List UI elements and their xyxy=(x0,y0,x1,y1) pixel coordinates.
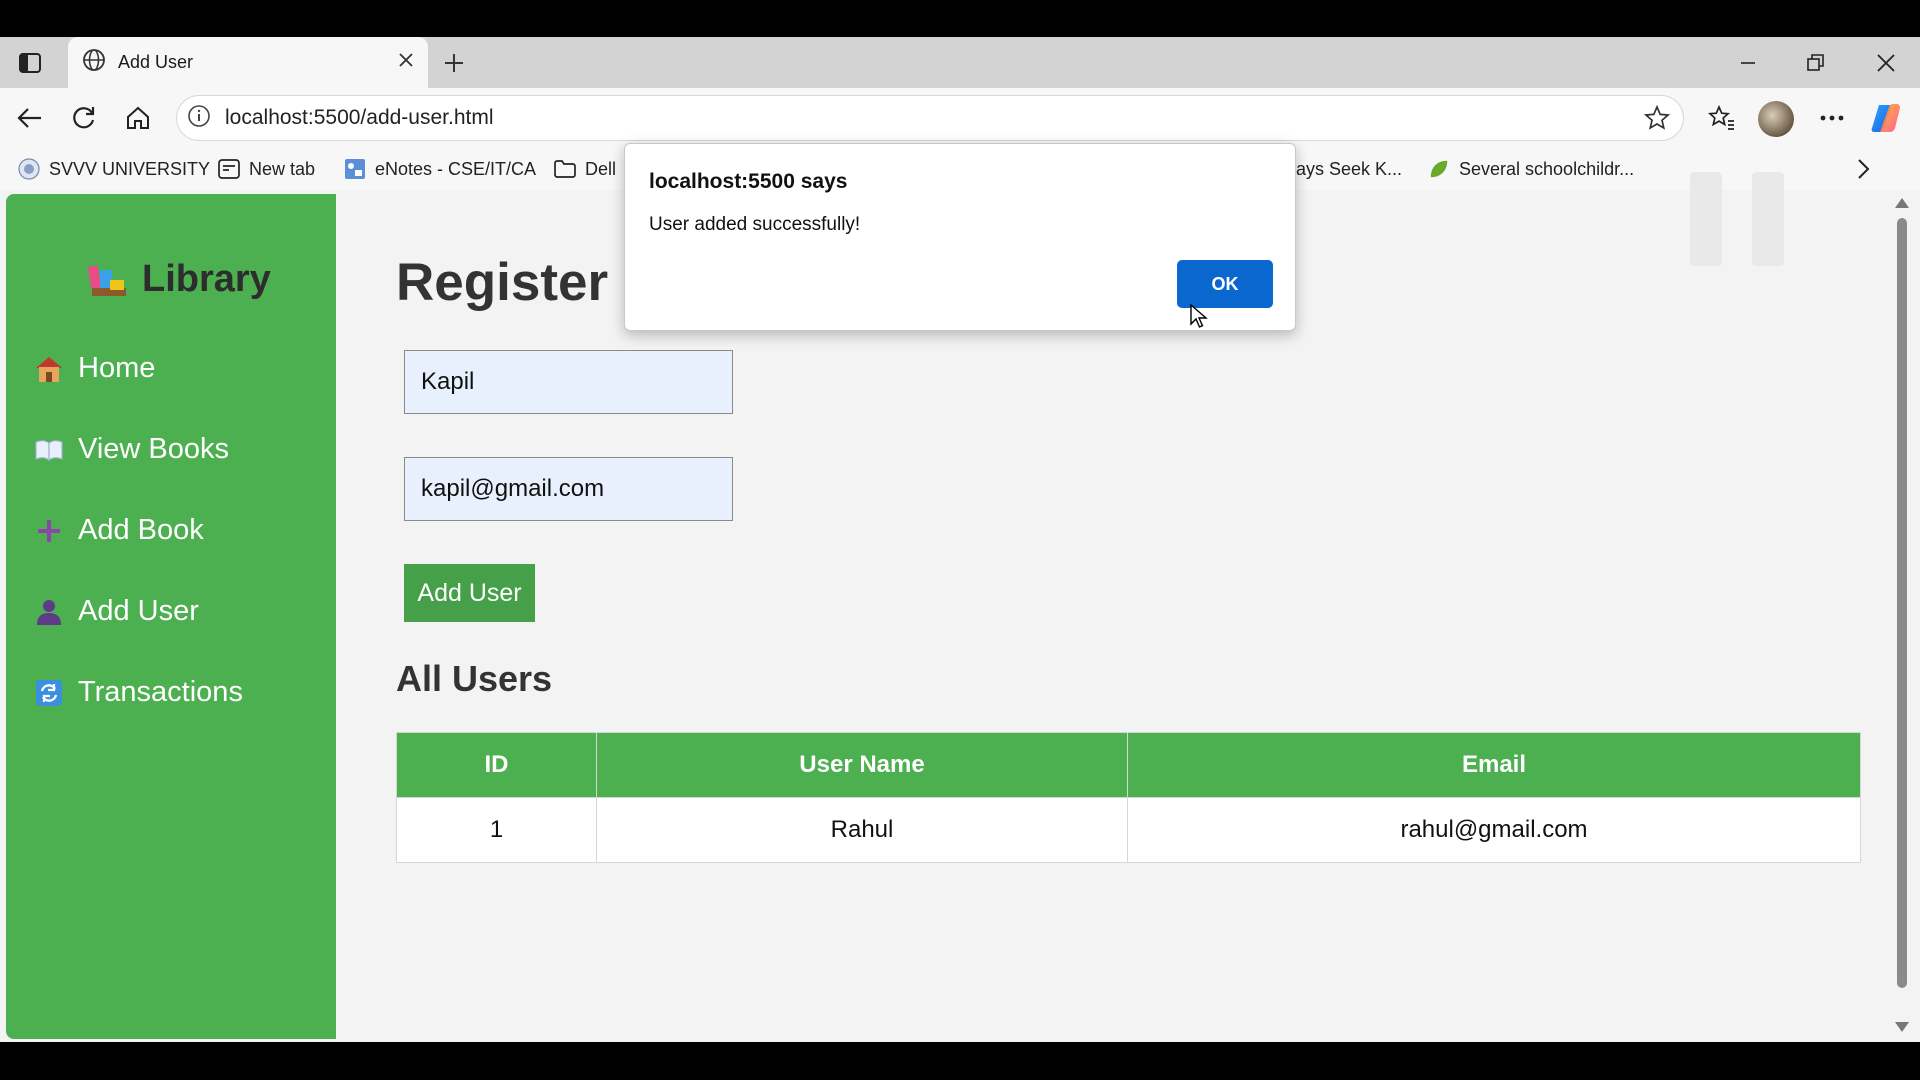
globe-icon xyxy=(82,48,106,77)
info-icon[interactable] xyxy=(187,104,211,133)
bookmarks-more-chevron-icon[interactable] xyxy=(1856,156,1870,182)
alert-dialog: localhost:5500 says User added successfu… xyxy=(624,143,1296,331)
column-header-user-name: User Name xyxy=(596,732,1128,798)
bookmark-new-tab[interactable]: New tab xyxy=(218,156,315,182)
folder-icon xyxy=(554,158,576,180)
browser-toolbar: localhost:5500/add-user.html xyxy=(0,88,1920,148)
sidebar-item-add-book[interactable]: Add Book xyxy=(34,514,204,547)
dialog-message: User added successfully! xyxy=(649,214,861,235)
bookmark-svvv[interactable]: SVVV UNIVERSITY xyxy=(18,156,210,182)
close-tab-icon[interactable] xyxy=(398,52,414,73)
sidebar-item-add-user[interactable]: Add User xyxy=(34,595,199,628)
scroll-up-arrow-icon[interactable] xyxy=(1895,198,1909,208)
scroll-down-arrow-icon[interactable] xyxy=(1895,1022,1909,1032)
cell-user-name: Rahul xyxy=(596,797,1128,863)
back-icon[interactable] xyxy=(12,100,48,136)
leaf-icon xyxy=(1428,158,1450,180)
close-window-icon[interactable] xyxy=(1866,45,1906,81)
add-user-button[interactable]: Add User xyxy=(404,564,535,622)
sidebar-item-home[interactable]: Home xyxy=(34,352,155,385)
bookmark-enotes[interactable]: eNotes - CSE/IT/CA xyxy=(344,156,536,182)
all-users-heading: All Users xyxy=(396,658,553,699)
mouse-cursor-icon xyxy=(1190,303,1208,335)
pause-watermark xyxy=(1690,172,1784,266)
table-row: 1 Rahul rahul@gmail.com xyxy=(396,797,1861,863)
enotes-icon xyxy=(344,158,366,180)
minimize-icon[interactable] xyxy=(1728,45,1768,81)
university-icon xyxy=(18,158,40,180)
bookmark-seek[interactable]: ays Seek K... xyxy=(1296,156,1402,182)
dialog-title: localhost:5500 says xyxy=(649,170,848,193)
tab-bar: Add User xyxy=(0,37,1920,88)
column-header-email: Email xyxy=(1127,732,1861,798)
more-options-icon[interactable] xyxy=(1814,100,1850,136)
name-input[interactable]: Kapil xyxy=(404,350,733,414)
email-input[interactable]: kapil@gmail.com xyxy=(404,457,733,521)
url-text: localhost:5500/add-user.html xyxy=(225,106,494,129)
cell-id: 1 xyxy=(396,797,597,863)
profile-avatar[interactable] xyxy=(1758,101,1794,137)
open-book-icon xyxy=(34,435,64,465)
tab-add-user[interactable]: Add User xyxy=(68,37,428,88)
house-icon xyxy=(34,354,64,384)
refresh-icon[interactable] xyxy=(66,100,102,136)
sidebar-item-view-books[interactable]: View Books xyxy=(34,433,229,466)
scroll-thumb[interactable] xyxy=(1897,218,1907,988)
favorites-icon[interactable] xyxy=(1704,100,1740,136)
bookmark-schoolchildren[interactable]: Several schoolchildr... xyxy=(1428,156,1634,182)
ok-button[interactable]: OK xyxy=(1177,260,1273,308)
home-icon[interactable] xyxy=(120,100,156,136)
column-header-id: ID xyxy=(396,732,597,798)
sidebar: Library Home View Books Add Book Add Use… xyxy=(6,194,336,1039)
tab-title: Add User xyxy=(118,52,194,72)
copilot-icon[interactable] xyxy=(1868,100,1904,136)
restore-icon[interactable] xyxy=(1796,45,1836,81)
newtab-icon xyxy=(218,158,240,180)
bookmark-dell[interactable]: Dell xyxy=(554,156,616,182)
page-scrollbar[interactable] xyxy=(1892,190,1912,1042)
favorite-star-icon[interactable] xyxy=(1637,98,1677,138)
table-header-row: ID User Name Email xyxy=(396,732,1861,798)
books-icon xyxy=(86,260,128,300)
user-icon xyxy=(34,597,64,627)
users-table: ID User Name Email 1 Rahul rahul@gmail.c… xyxy=(396,732,1861,863)
transactions-icon xyxy=(34,678,64,708)
address-bar[interactable]: localhost:5500/add-user.html xyxy=(176,95,1684,141)
tab-actions-icon[interactable] xyxy=(14,49,46,77)
sidebar-item-transactions[interactable]: Transactions xyxy=(34,676,243,709)
new-tab-icon[interactable] xyxy=(438,47,470,79)
cell-email: rahul@gmail.com xyxy=(1127,797,1861,863)
page-title: Register New User xyxy=(396,253,626,312)
plus-icon xyxy=(34,516,64,546)
sidebar-logo: Library xyxy=(86,258,271,301)
